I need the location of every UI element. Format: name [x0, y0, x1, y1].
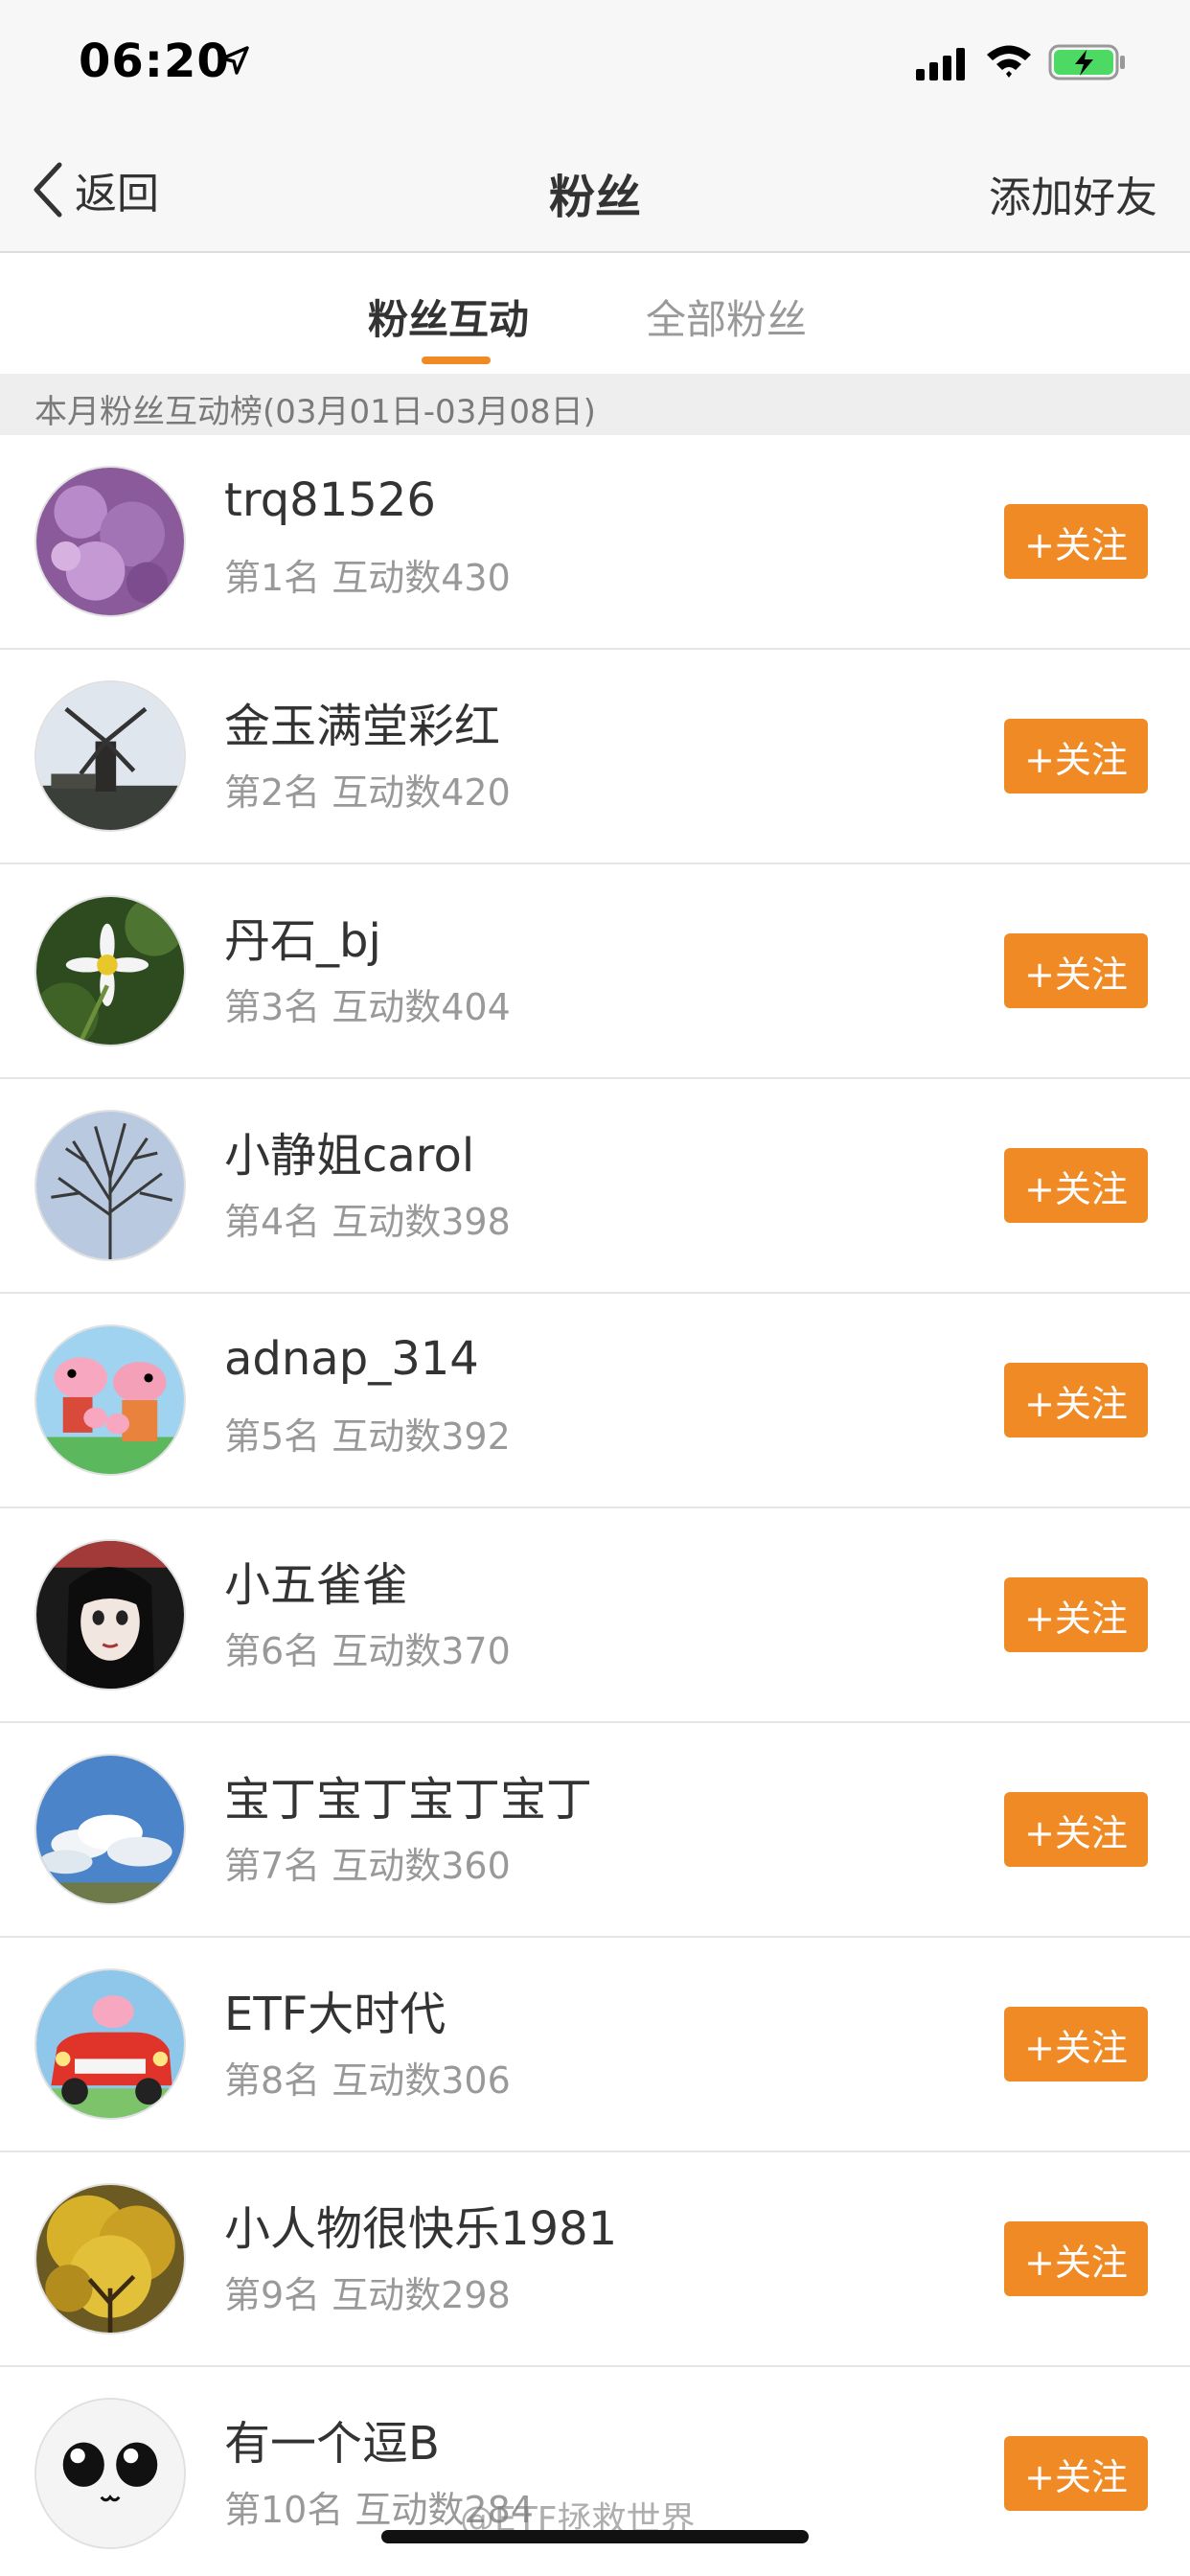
- status-bar: 06:20: [0, 0, 1190, 126]
- active-tab-indicator: [422, 356, 491, 364]
- avatar-golden-tree-image: [36, 2185, 184, 2333]
- fan-rank-interactions: 第2名 互动数420: [224, 771, 511, 814]
- fan-name: 小人物很快乐1981: [224, 2202, 618, 2256]
- avatar-flowers-image: [36, 468, 184, 615]
- wifi-icon: [987, 45, 1031, 78]
- follow-button[interactable]: +关注: [1004, 1792, 1148, 1867]
- list-item[interactable]: ETF大时代 第8名 互动数306 +关注: [0, 1938, 1190, 2152]
- navigation-bar: 返回 粉丝 添加好友: [0, 126, 1190, 253]
- fan-rank-interactions: 第5名 互动数392: [224, 1415, 511, 1458]
- status-time: 06:20: [79, 34, 230, 88]
- home-indicator[interactable]: [381, 2530, 809, 2543]
- fan-list: trq81526 第1名 互动数430 +关注 金玉满堂彩红 第2名 互动数42…: [0, 435, 1190, 2576]
- follow-button[interactable]: +关注: [1004, 1363, 1148, 1438]
- ranking-period-label: 本月粉丝互动榜(03月01日-03月08日): [34, 393, 596, 431]
- follow-button[interactable]: +关注: [1004, 2436, 1148, 2511]
- fan-rank-interactions: 第3名 互动数404: [224, 986, 511, 1028]
- fan-name: 小五雀雀: [224, 1558, 409, 1612]
- avatar-daisy-image: [36, 897, 184, 1045]
- list-item[interactable]: 丹石_bj 第3名 互动数404 +关注: [0, 864, 1190, 1079]
- follow-button[interactable]: +关注: [1004, 2221, 1148, 2296]
- avatar[interactable]: [34, 1110, 186, 1261]
- tab-all-fans[interactable]: 全部粉丝: [646, 288, 807, 346]
- avatar[interactable]: [34, 1324, 186, 1476]
- follow-button[interactable]: +关注: [1004, 933, 1148, 1008]
- avatar-windmill-image: [36, 682, 184, 830]
- avatar[interactable]: [34, 680, 186, 832]
- fan-name: 金玉满堂彩红: [224, 700, 501, 753]
- add-friend-button[interactable]: 添加好友: [989, 163, 1157, 224]
- fan-rank-interactions: 第6名 互动数370: [224, 1630, 511, 1672]
- avatar-pig-car-image: [36, 1970, 184, 2118]
- fan-rank-interactions: 第1名 互动数430: [224, 557, 511, 599]
- fan-name: 小静姐carol: [224, 1129, 475, 1183]
- fan-name: ETF大时代: [224, 1988, 446, 2041]
- follow-button[interactable]: +关注: [1004, 2007, 1148, 2082]
- list-item[interactable]: 小静姐carol 第4名 互动数398 +关注: [0, 1079, 1190, 1294]
- fan-rank-interactions: 第4名 互动数398: [224, 1201, 511, 1243]
- list-item[interactable]: 小五雀雀 第6名 互动数370 +关注: [0, 1508, 1190, 1723]
- fan-name: trq81526: [224, 473, 436, 527]
- tab-fan-interaction[interactable]: 粉丝互动: [368, 288, 529, 346]
- battery-charging-icon: [1048, 44, 1125, 80]
- avatar-sky-clouds-image: [36, 1756, 184, 1903]
- avatar[interactable]: [34, 466, 186, 617]
- follow-button[interactable]: +关注: [1004, 719, 1148, 794]
- list-item[interactable]: 宝丁宝丁宝丁宝丁 第7名 互动数360 +关注: [0, 1723, 1190, 1938]
- back-label: 返回: [75, 170, 159, 218]
- avatar[interactable]: [34, 2398, 186, 2549]
- fan-name: 有一个逗B: [224, 2417, 440, 2471]
- cellular-signal-icon: [916, 48, 965, 80]
- fan-name: adnap_314: [224, 1332, 479, 1386]
- location-arrow-icon: [220, 46, 249, 75]
- avatar[interactable]: [34, 1754, 186, 1905]
- avatar[interactable]: [34, 895, 186, 1046]
- list-item[interactable]: 金玉满堂彩红 第2名 互动数420 +关注: [0, 650, 1190, 864]
- tab-bar: 粉丝互动 全部粉丝: [0, 255, 1190, 374]
- fan-rank-interactions: 第8名 互动数306: [224, 2059, 511, 2102]
- chevron-left-icon: [34, 162, 62, 218]
- avatar[interactable]: [34, 1968, 186, 2120]
- fan-rank-interactions: 第9名 互动数298: [224, 2274, 511, 2316]
- list-item[interactable]: adnap_314 第5名 互动数392 +关注: [0, 1294, 1190, 1508]
- list-item[interactable]: trq81526 第1名 互动数430 +关注: [0, 435, 1190, 650]
- fan-rank-interactions: 第7名 互动数360: [224, 1845, 511, 1887]
- list-item[interactable]: 小人物很快乐1981 第9名 互动数298 +关注: [0, 2152, 1190, 2367]
- avatar-cartoon-pigs-image: [36, 1326, 184, 1474]
- follow-button[interactable]: +关注: [1004, 504, 1148, 579]
- avatar-tree-image: [36, 1112, 184, 1259]
- fan-name: 宝丁宝丁宝丁宝丁: [224, 1773, 593, 1827]
- back-button[interactable]: 返回: [31, 155, 159, 224]
- section-header: 本月粉丝互动榜(03月01日-03月08日): [0, 374, 1190, 435]
- list-item[interactable]: 有一个逗B 第10名 互动数284 +关注: [0, 2367, 1190, 2576]
- avatar-cute-face-image: [36, 2400, 184, 2547]
- avatar[interactable]: [34, 1539, 186, 1690]
- avatar-girl-drawing-image: [36, 1541, 184, 1689]
- follow-button[interactable]: +关注: [1004, 1577, 1148, 1652]
- avatar[interactable]: [34, 2183, 186, 2334]
- fan-name: 丹石_bj: [224, 914, 381, 968]
- follow-button[interactable]: +关注: [1004, 1148, 1148, 1223]
